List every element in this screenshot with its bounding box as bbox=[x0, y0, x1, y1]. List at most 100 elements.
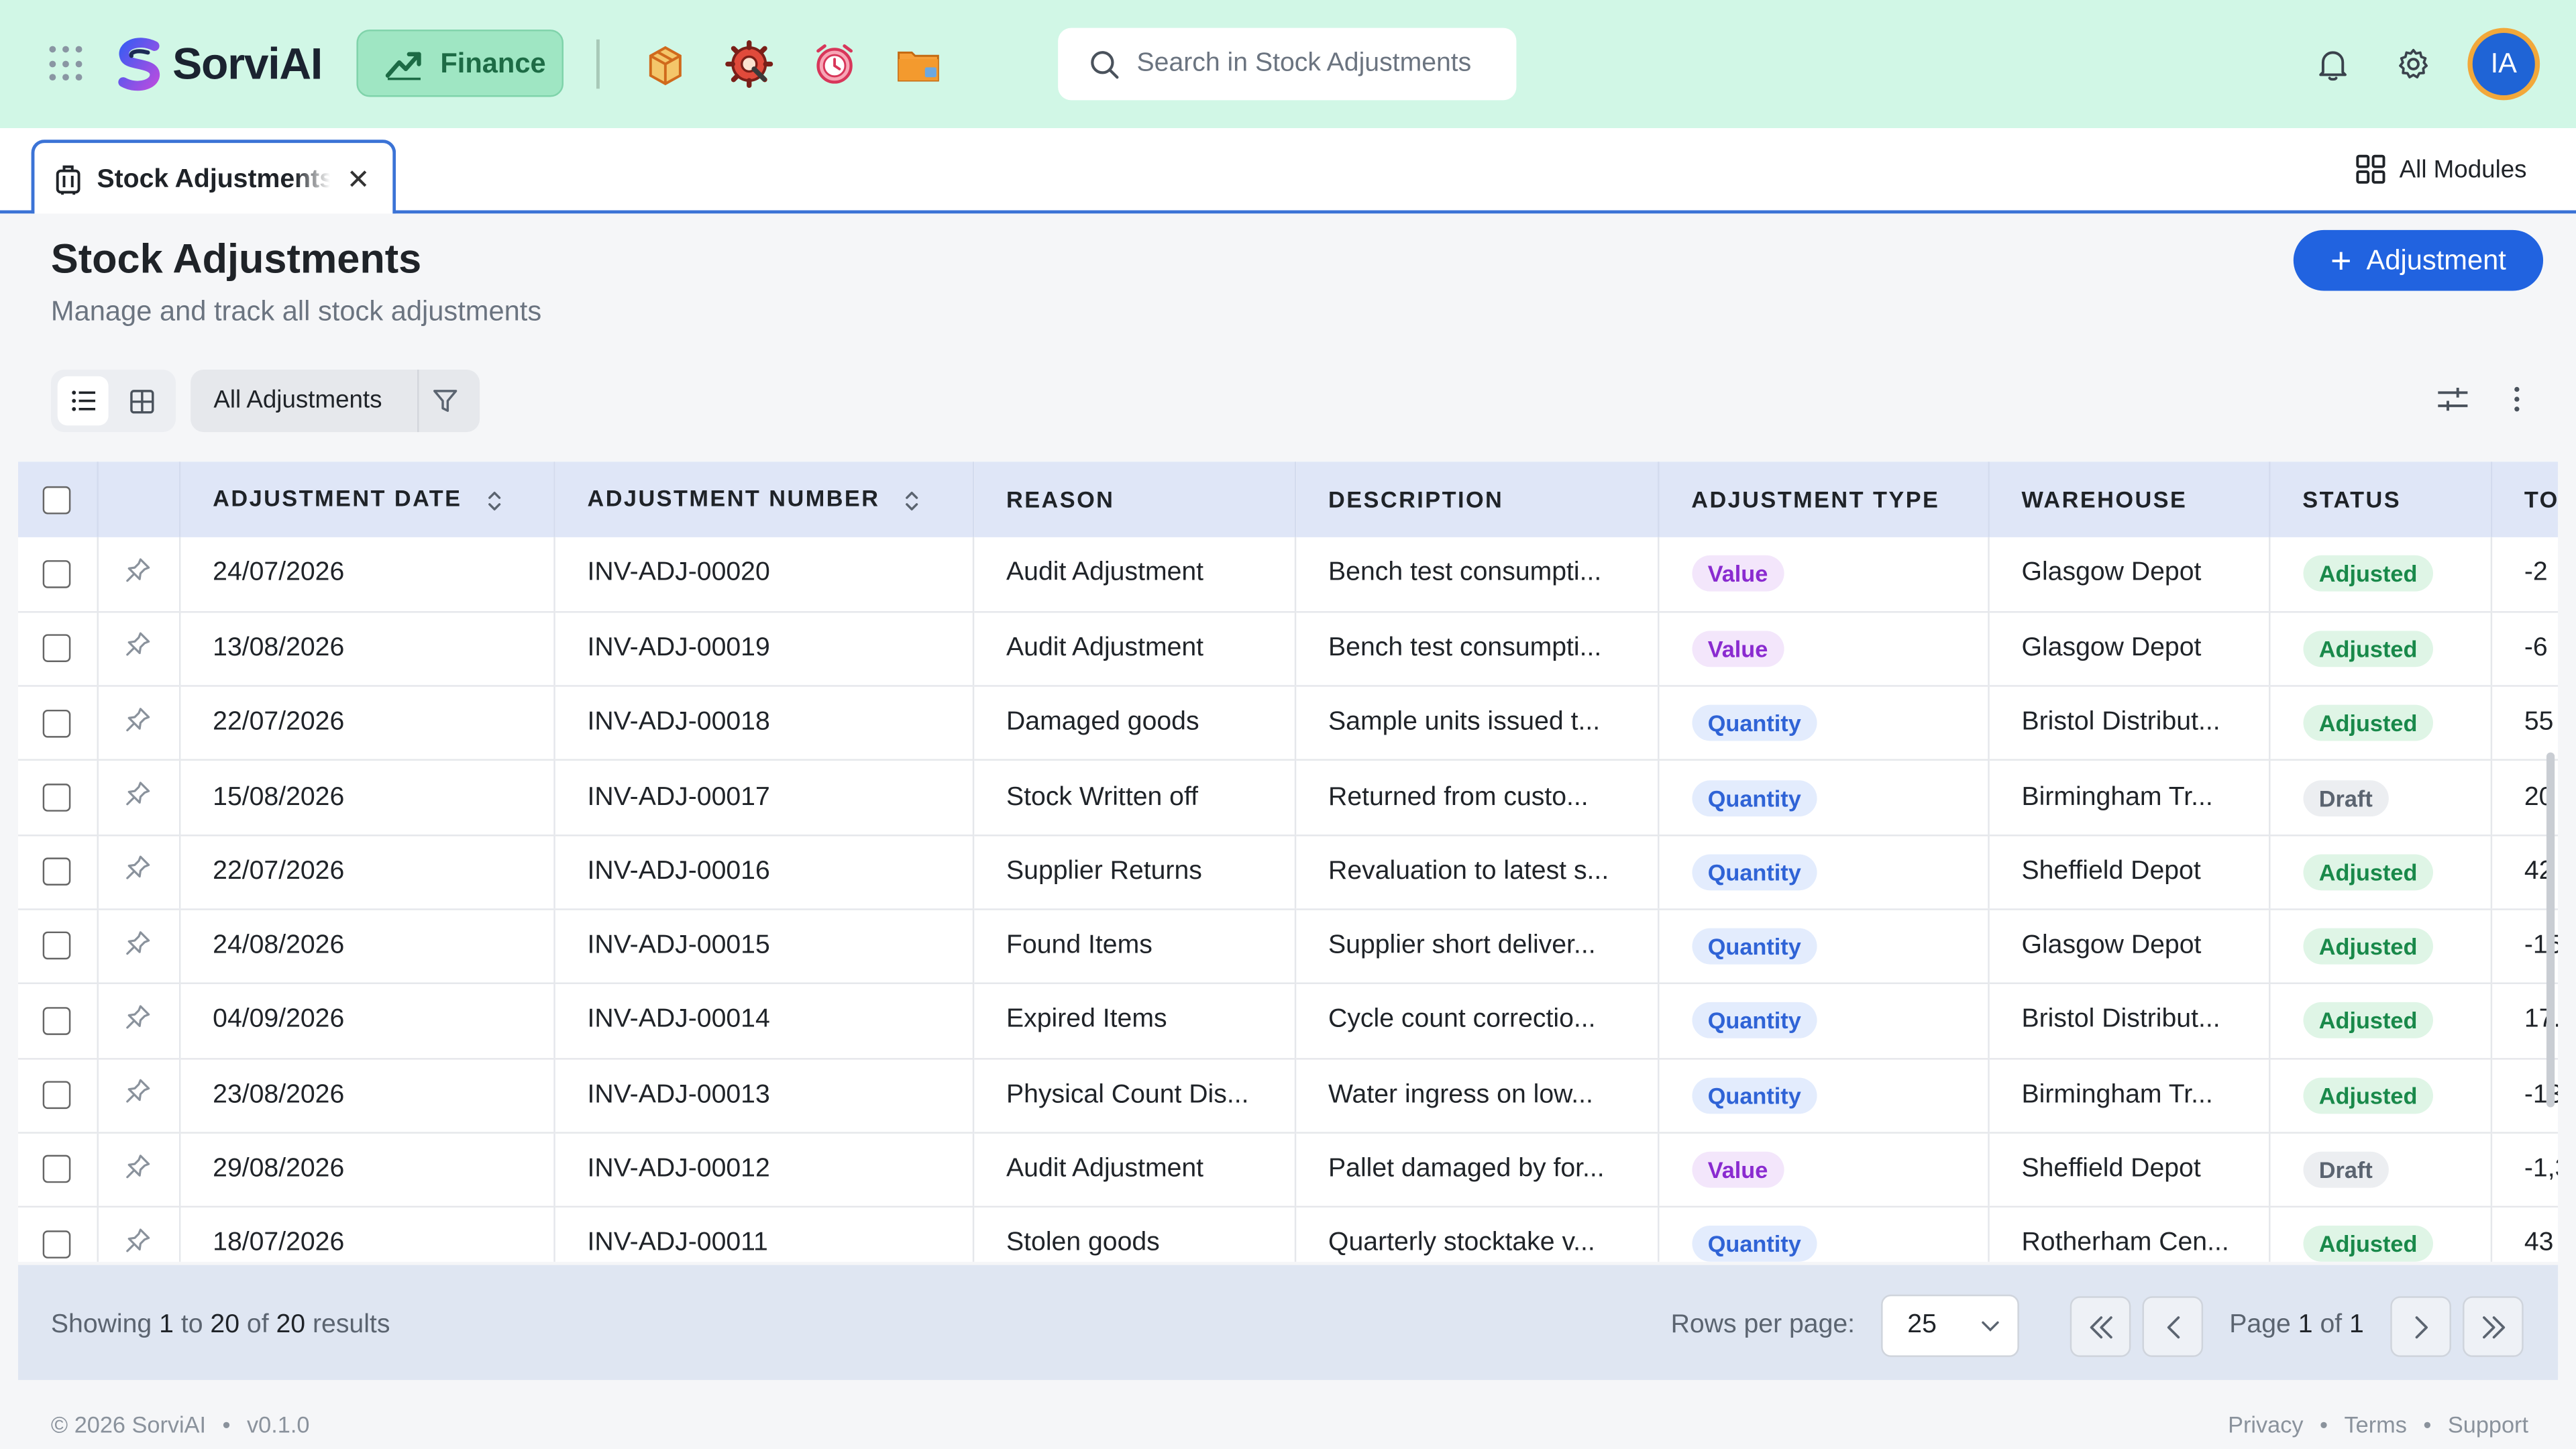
sliders-icon[interactable] bbox=[2436, 384, 2469, 414]
cell-adjustment-number[interactable]: INV-ADJ-00013 bbox=[553, 1058, 973, 1134]
table-row[interactable]: 22/07/2026 INV-ADJ-00018 Damaged goods Samp… bbox=[17, 686, 2559, 761]
column-header-adjustment-number[interactable]: ADJUSTMENT NUMBER bbox=[553, 462, 973, 537]
row-pin-button[interactable] bbox=[96, 760, 179, 836]
gear-wrench-icon[interactable] bbox=[724, 40, 773, 89]
search-input[interactable] bbox=[1133, 48, 1517, 81]
cell-adjustment-number[interactable]: INV-ADJ-00015 bbox=[553, 909, 973, 985]
cell-adjustment-number[interactable]: INV-ADJ-00017 bbox=[553, 760, 973, 836]
column-header-warehouse[interactable]: WAREHOUSE bbox=[1987, 462, 2269, 537]
add-adjustment-button[interactable]: + Adjustment bbox=[2293, 229, 2544, 291]
folder-icon[interactable] bbox=[894, 40, 943, 89]
row-checkbox[interactable] bbox=[43, 783, 71, 812]
column-header-status[interactable]: STATUS bbox=[2267, 462, 2491, 537]
row-pin-button[interactable] bbox=[96, 835, 179, 910]
cell-warehouse: Glasgow Depot bbox=[1987, 537, 2269, 612]
table-scrollbar[interactable] bbox=[2546, 752, 2555, 1108]
table-row[interactable]: 24/08/2026 INV-ADJ-00015 Found Items Suppli… bbox=[17, 909, 2559, 985]
cell-adjustment-number[interactable]: INV-ADJ-00018 bbox=[553, 686, 973, 761]
column-header-adjustment-date[interactable]: ADJUSTMENT DATE bbox=[178, 462, 554, 537]
support-link[interactable]: Support bbox=[2448, 1411, 2528, 1438]
cell-reason: Expired Items bbox=[971, 983, 1295, 1059]
row-pin-button[interactable] bbox=[96, 537, 179, 612]
filter-icon[interactable] bbox=[432, 388, 458, 414]
column-header-adjustment-type[interactable]: ADJUSTMENT TYPE bbox=[1656, 462, 1988, 537]
column-header-reason[interactable]: REASON bbox=[971, 462, 1295, 537]
row-checkbox[interactable] bbox=[43, 634, 71, 663]
tab-stock-adjustments[interactable]: Stock Adjustments ✕ bbox=[31, 140, 396, 217]
select-all-cell bbox=[17, 462, 97, 537]
table-row[interactable]: 24/07/2026 INV-ADJ-00020 Audit Adjustment B… bbox=[17, 537, 2559, 612]
cell-adjustment-number[interactable]: INV-ADJ-00014 bbox=[553, 983, 973, 1059]
table-row[interactable]: 15/08/2026 INV-ADJ-00017 Stock Written off… bbox=[17, 760, 2559, 836]
cell-adjustment-type: Value bbox=[1656, 1132, 1988, 1208]
cell-status: Adjusted bbox=[2267, 1207, 2491, 1262]
cell-reason: Damaged goods bbox=[971, 686, 1295, 761]
user-avatar[interactable]: IA bbox=[2467, 28, 2540, 101]
settings-icon[interactable] bbox=[2396, 46, 2432, 83]
cell-adjustment-number[interactable]: INV-ADJ-00016 bbox=[553, 835, 973, 910]
alarm-clock-icon[interactable] bbox=[810, 40, 859, 89]
divider bbox=[417, 370, 419, 433]
shipping-box-icon[interactable] bbox=[641, 40, 690, 89]
bell-icon[interactable] bbox=[2315, 46, 2351, 83]
cell-adjustment-number[interactable]: INV-ADJ-00011 bbox=[553, 1207, 973, 1262]
row-checkbox[interactable] bbox=[43, 857, 71, 886]
privacy-link[interactable]: Privacy bbox=[2228, 1411, 2303, 1438]
cell-adjustment-number[interactable]: INV-ADJ-00012 bbox=[553, 1132, 973, 1208]
row-pin-button[interactable] bbox=[96, 686, 179, 761]
more-vertical-icon[interactable] bbox=[2510, 384, 2524, 414]
cell-adjustment-number[interactable]: INV-ADJ-00020 bbox=[553, 537, 973, 612]
search-box[interactable] bbox=[1058, 28, 1517, 101]
row-checkbox[interactable] bbox=[43, 1081, 71, 1110]
previous-page-button[interactable] bbox=[2142, 1296, 2204, 1357]
cell-warehouse: Birmingham Tr... bbox=[1987, 1058, 2269, 1134]
row-pin-button[interactable] bbox=[96, 611, 179, 687]
sort-icon[interactable] bbox=[904, 487, 920, 513]
apps-grid-icon[interactable] bbox=[49, 46, 85, 83]
row-checkbox[interactable] bbox=[43, 1006, 71, 1035]
list-view-button[interactable] bbox=[57, 376, 109, 426]
last-page-button[interactable] bbox=[2463, 1296, 2524, 1357]
row-pin-button[interactable] bbox=[96, 1058, 179, 1134]
cell-adjustment-number[interactable]: INV-ADJ-00019 bbox=[553, 611, 973, 687]
type-badge: Quantity bbox=[1691, 1077, 1818, 1114]
table-row[interactable]: 22/07/2026 INV-ADJ-00016 Supplier Returns R… bbox=[17, 835, 2559, 910]
saved-view-filter[interactable]: All Adjustments bbox=[191, 370, 480, 433]
all-modules-button[interactable]: All Modules bbox=[2357, 154, 2527, 184]
cell-adjustment-date: 24/07/2026 bbox=[178, 537, 554, 612]
column-header-label: WAREHOUSE bbox=[2021, 486, 2188, 513]
row-pin-button[interactable] bbox=[96, 1132, 179, 1208]
row-pin-button[interactable] bbox=[96, 1207, 179, 1262]
close-icon[interactable]: ✕ bbox=[347, 164, 370, 197]
cell-reason: Audit Adjustment bbox=[971, 537, 1295, 612]
row-pin-button[interactable] bbox=[96, 983, 179, 1059]
terms-link[interactable]: Terms bbox=[2345, 1411, 2407, 1438]
pin-icon bbox=[126, 558, 150, 582]
grid-view-button[interactable] bbox=[117, 376, 168, 425]
rows-per-page-select[interactable]: 25 bbox=[1881, 1294, 2019, 1357]
column-header-total[interactable]: TO bbox=[2489, 462, 2559, 537]
row-select-cell bbox=[17, 835, 97, 910]
type-badge: Quantity bbox=[1691, 780, 1818, 816]
table-row[interactable]: 13/08/2026 INV-ADJ-00019 Audit Adjustment B… bbox=[17, 611, 2559, 687]
row-pin-button[interactable] bbox=[96, 909, 179, 985]
row-checkbox[interactable] bbox=[43, 1230, 71, 1258]
separator-dot: • bbox=[2423, 1411, 2432, 1438]
row-checkbox[interactable] bbox=[43, 1155, 71, 1183]
next-page-button[interactable] bbox=[2390, 1296, 2451, 1357]
module-switch-finance[interactable]: Finance bbox=[356, 30, 564, 97]
table-row[interactable]: 18/07/2026 INV-ADJ-00011 Stolen goods Quart… bbox=[17, 1207, 2559, 1262]
table-row[interactable]: 04/09/2026 INV-ADJ-00014 Expired Items Cycl… bbox=[17, 983, 2559, 1059]
row-checkbox[interactable] bbox=[43, 559, 71, 588]
row-select-cell bbox=[17, 1207, 97, 1262]
select-all-checkbox[interactable] bbox=[43, 486, 71, 515]
logo[interactable]: SorviAI bbox=[112, 36, 323, 92]
table-row[interactable]: 29/08/2026 INV-ADJ-00012 Audit Adjustment P… bbox=[17, 1132, 2559, 1208]
column-header-description[interactable]: DESCRIPTION bbox=[1293, 462, 1658, 537]
row-checkbox[interactable] bbox=[43, 932, 71, 961]
sort-icon[interactable] bbox=[486, 487, 502, 513]
row-checkbox[interactable] bbox=[43, 708, 71, 737]
table-row[interactable]: 23/08/2026 INV-ADJ-00013 Physical Count Di… bbox=[17, 1058, 2559, 1134]
first-page-button[interactable] bbox=[2070, 1296, 2131, 1357]
add-adjustment-label: Adjustment bbox=[2366, 244, 2506, 276]
